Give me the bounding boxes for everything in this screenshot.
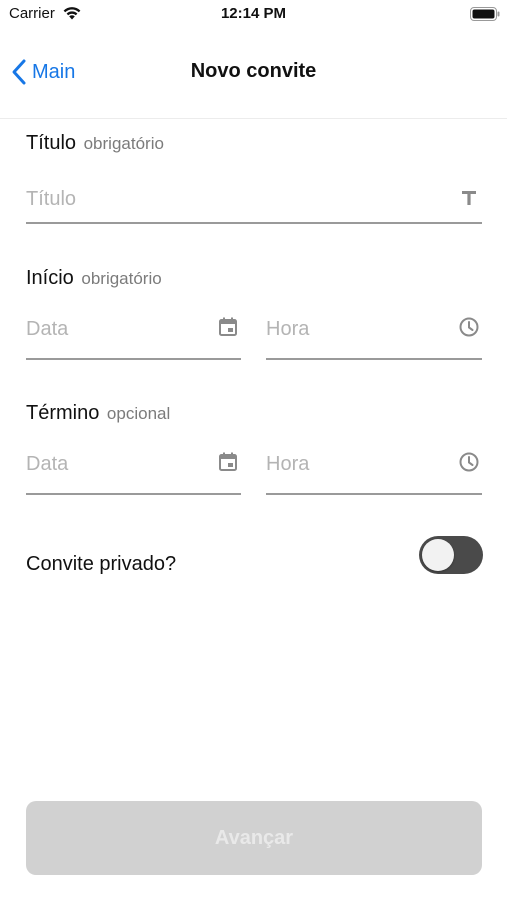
title-input[interactable]: Título bbox=[26, 176, 482, 224]
advance-button-label: Avançar bbox=[214, 826, 294, 849]
clock-icon bbox=[459, 317, 479, 337]
page-title: Novo convite bbox=[190, 60, 317, 82]
start-time-input[interactable]: Hora bbox=[266, 312, 482, 360]
start-section-label: Início obrigatório bbox=[26, 267, 162, 290]
clock-icon bbox=[459, 452, 479, 472]
private-invite-label: Convite privado? bbox=[26, 553, 177, 575]
navigation-bar: Main Novo convite bbox=[0, 30, 507, 119]
title-label: Título bbox=[26, 132, 77, 154]
end-date-input[interactable]: Data bbox=[26, 447, 241, 495]
start-label: Início bbox=[26, 267, 74, 289]
end-time-placeholder: Hora bbox=[266, 453, 310, 475]
private-invite-toggle[interactable] bbox=[419, 536, 483, 574]
end-section-label: Término opcional bbox=[26, 402, 170, 425]
end-date-placeholder: Data bbox=[26, 453, 69, 475]
start-time-placeholder: Hora bbox=[266, 318, 310, 340]
title-placeholder: Título bbox=[26, 188, 77, 210]
status-bar: Carrier 12:14 PM bbox=[0, 0, 507, 30]
status-time: 12:14 PM bbox=[220, 5, 287, 22]
start-date-placeholder: Data bbox=[26, 318, 69, 340]
end-hint: opcional bbox=[106, 404, 171, 423]
calendar-icon bbox=[219, 317, 237, 336]
toggle-knob bbox=[422, 539, 454, 571]
battery-icon bbox=[470, 7, 500, 21]
end-time-input[interactable]: Hora bbox=[266, 447, 482, 495]
start-hint: obrigatório bbox=[81, 269, 162, 288]
title-hint: obrigatório bbox=[83, 134, 164, 153]
start-date-input[interactable]: Data bbox=[26, 312, 241, 360]
calendar-icon bbox=[219, 452, 237, 471]
advance-button[interactable]: Avançar bbox=[26, 801, 482, 875]
title-section-label: Título obrigatório bbox=[26, 132, 164, 155]
text-format-icon bbox=[462, 191, 476, 205]
end-label: Término bbox=[26, 402, 100, 424]
